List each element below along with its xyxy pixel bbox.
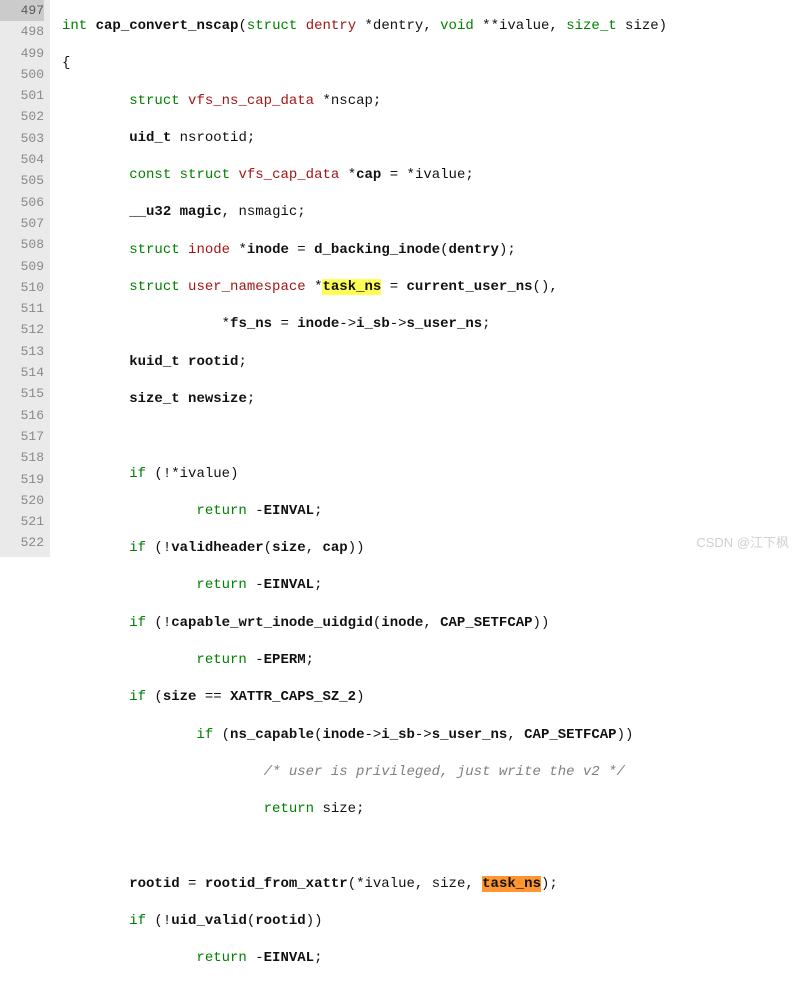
line-number: 508 <box>0 234 44 255</box>
line-number: 509 <box>0 256 44 277</box>
code-line: *fs_ns = inode->i_sb->s_user_ns; <box>62 314 799 335</box>
code-area[interactable]: int cap_convert_nscap(struct dentry *den… <box>50 0 799 557</box>
code-line: kuid_t rootid; <box>62 352 799 373</box>
line-number: 521 <box>0 511 44 532</box>
code-line: struct user_namespace *task_ns = current… <box>62 277 799 298</box>
line-number: 504 <box>0 149 44 170</box>
code-line: size_t newsize; <box>62 389 799 410</box>
code-line: int cap_convert_nscap(struct dentry *den… <box>62 16 799 37</box>
line-number: 506 <box>0 192 44 213</box>
code-line: rootid = rootid_from_xattr(*ivalue, size… <box>62 874 799 895</box>
code-editor: 497 498 499 500 501 502 503 504 505 506 … <box>0 0 799 557</box>
line-number: 520 <box>0 490 44 511</box>
line-number: 522 <box>0 532 44 553</box>
line-number: 516 <box>0 405 44 426</box>
code-line: return -EINVAL; <box>62 501 799 522</box>
line-number-gutter: 497 498 499 500 501 502 503 504 505 506 … <box>0 0 50 557</box>
code-line <box>62 837 799 858</box>
line-number: 517 <box>0 426 44 447</box>
highlight-task-ns: task_ns <box>322 279 381 295</box>
line-number: 502 <box>0 106 44 127</box>
code-line: struct vfs_ns_cap_data *nscap; <box>62 91 799 112</box>
code-line: if (!uid_valid(rootid)) <box>62 911 799 932</box>
line-number: 511 <box>0 298 44 319</box>
line-number: 505 <box>0 170 44 191</box>
code-line: if (!*ivalue) <box>62 464 799 485</box>
code-line <box>62 426 799 447</box>
code-line: { <box>62 53 799 74</box>
code-line: uid_t nsrootid; <box>62 128 799 149</box>
line-number: 518 <box>0 447 44 468</box>
line-number: 501 <box>0 85 44 106</box>
code-line: if (!validheader(size, cap)) <box>62 538 799 559</box>
code-line: if (size == XATTR_CAPS_SZ_2) <box>62 687 799 708</box>
code-line: __u32 magic, nsmagic; <box>62 202 799 223</box>
code-line: struct inode *inode = d_backing_inode(de… <box>62 240 799 261</box>
code-line: return -EINVAL; <box>62 575 799 596</box>
line-number: 500 <box>0 64 44 85</box>
code-line: return -EINVAL; <box>62 948 799 969</box>
line-number: 503 <box>0 128 44 149</box>
line-number: 514 <box>0 362 44 383</box>
line-number: 497 <box>0 0 44 21</box>
code-line: const struct vfs_cap_data *cap = *ivalue… <box>62 165 799 186</box>
code-line: return -EPERM; <box>62 650 799 671</box>
code-line: /* user is privileged, just write the v2… <box>62 762 799 783</box>
line-number: 499 <box>0 43 44 64</box>
watermark: CSDN @江下枫 <box>696 532 789 551</box>
line-number: 512 <box>0 319 44 340</box>
line-number: 513 <box>0 341 44 362</box>
line-number: 519 <box>0 469 44 490</box>
line-number: 515 <box>0 383 44 404</box>
code-line: if (!capable_wrt_inode_uidgid(inode, CAP… <box>62 613 799 634</box>
line-number: 498 <box>0 21 44 42</box>
line-number: 507 <box>0 213 44 234</box>
highlight-task-ns: task_ns <box>482 876 541 892</box>
line-number: 510 <box>0 277 44 298</box>
code-line: if (ns_capable(inode->i_sb->s_user_ns, C… <box>62 725 799 746</box>
code-line: return size; <box>62 799 799 820</box>
